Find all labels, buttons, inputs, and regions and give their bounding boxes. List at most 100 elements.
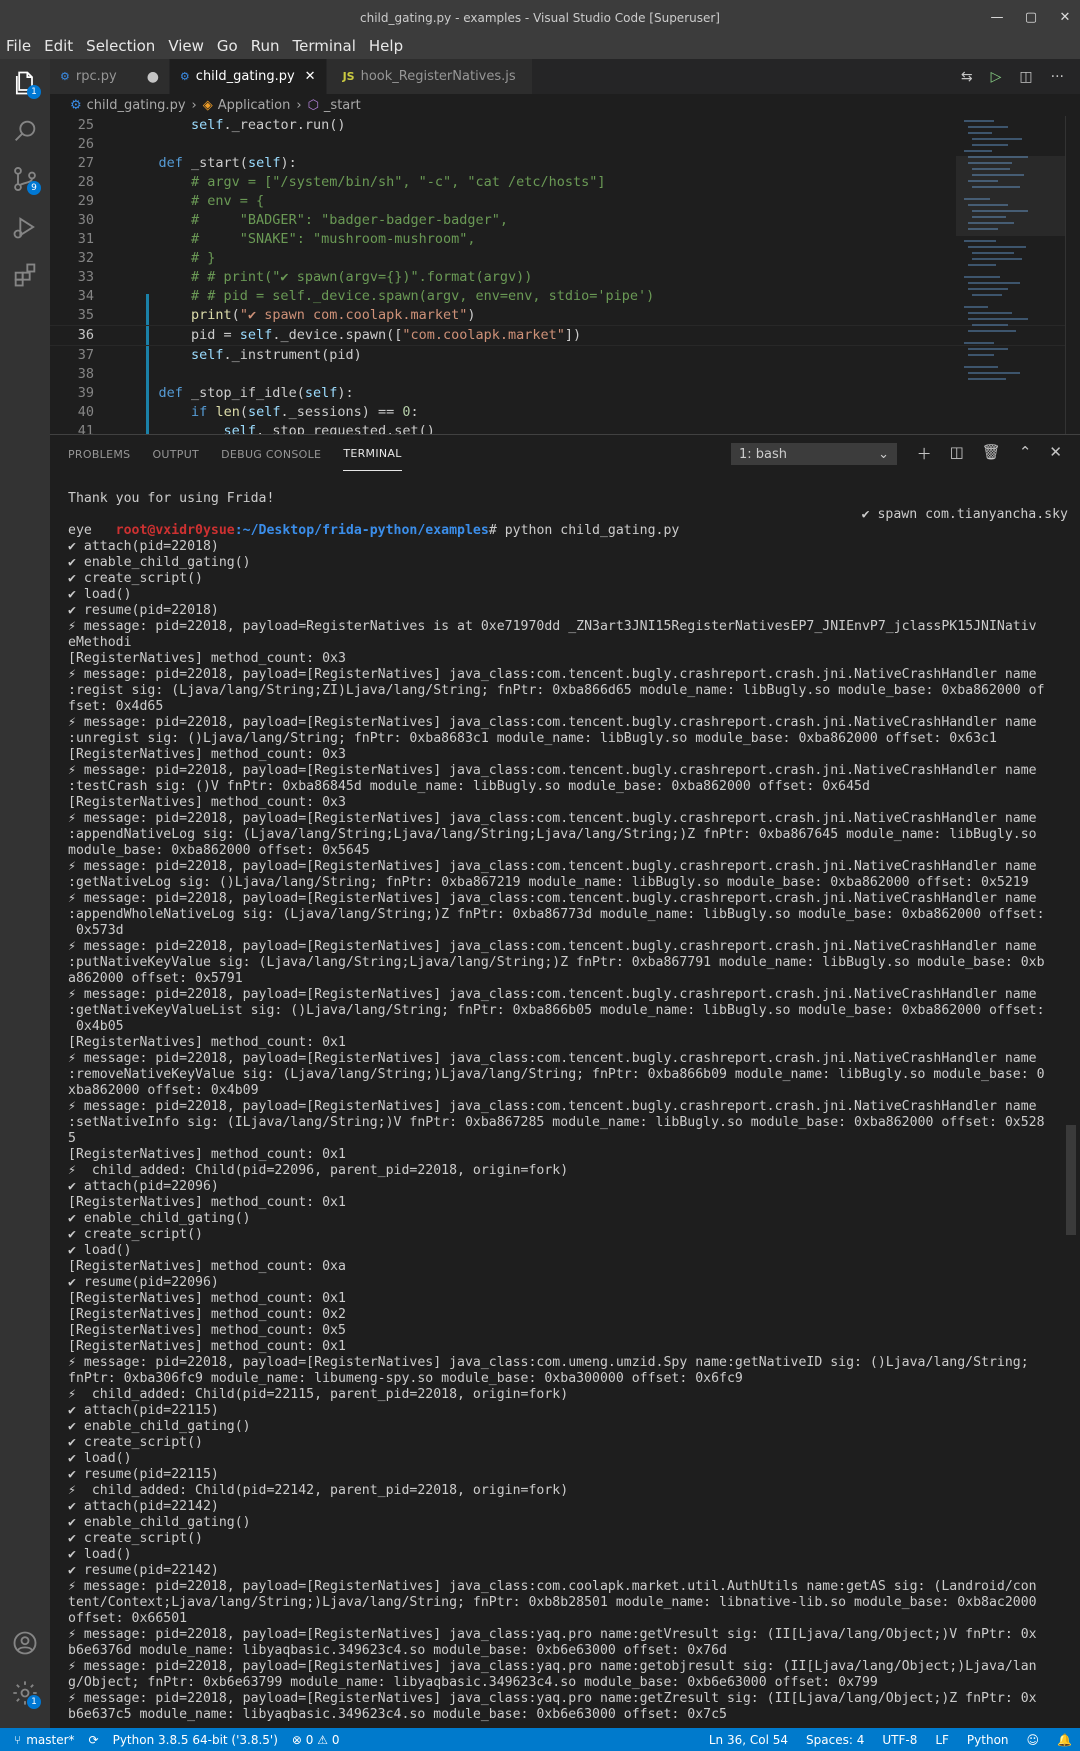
breadcrumb-file[interactable]: child_gating.py [87, 98, 186, 113]
feedback-icon[interactable]: ☺ [1027, 1733, 1040, 1747]
code-line[interactable]: 28 # argv = ["/system/bin/sh", "-c", "ca… [50, 173, 1080, 192]
cursor-position[interactable]: Ln 36, Col 54 [709, 1733, 788, 1747]
tab-terminal[interactable]: TERMINAL [343, 437, 402, 471]
python-interpreter[interactable]: Python 3.8.5 64-bit ('3.8.5') [113, 1733, 278, 1747]
close-window-icon[interactable]: ✕ [1056, 8, 1074, 26]
tab-rpc-py[interactable]: ⚙ rpc.py ● [50, 59, 170, 94]
code-line[interactable]: 32 # } [50, 249, 1080, 268]
terminal-line: ⚡ message: pid=22018, payload=[RegisterN… [68, 1051, 1037, 1066]
problems-status[interactable]: ⊗ 0 ⚠ 0 [292, 1733, 340, 1747]
code-line[interactable]: 37 self._instrument(pid) [50, 346, 1080, 365]
menu-edit[interactable]: Edit [44, 37, 73, 55]
menu-go[interactable]: Go [217, 37, 238, 55]
code-line[interactable]: 36 pid = self._device.spawn(["com.coolap… [50, 325, 1080, 346]
line-number: 26 [77, 136, 94, 152]
tab-debug-console[interactable]: DEBUG CONSOLE [221, 438, 321, 471]
menu-bar: File Edit Selection View Go Run Terminal… [0, 33, 1080, 59]
settings-badge: 1 [27, 1695, 41, 1709]
line-number: 38 [77, 366, 94, 382]
close-panel-icon[interactable]: ✕ [1049, 443, 1062, 464]
tab-child-gating-py[interactable]: ⚙ child_gating.py ✕ [169, 59, 327, 94]
line-code: def _stop_if_idle(self): [158, 385, 354, 401]
sync-icon[interactable]: ⟳ [89, 1733, 99, 1747]
compare-changes-icon[interactable]: ⇆ [961, 69, 973, 85]
code-line[interactable]: 25 self._reactor.run() [50, 116, 1080, 135]
source-control-icon[interactable]: 9 [0, 155, 50, 203]
indentation[interactable]: Spaces: 4 [806, 1733, 864, 1747]
terminal-line: ⚡ message: pid=22018, payload=[RegisterN… [68, 1691, 1037, 1706]
terminal-line: g/Object; fnPtr: 0xb6e63799 module_name:… [68, 1675, 878, 1690]
terminal-line: :getNativeLog sig: ()Ljava/lang/String; … [68, 875, 1029, 890]
code-line[interactable]: 31 # "SNAKE": "mushroom-mushroom", [50, 230, 1080, 249]
minimap[interactable] [956, 116, 1066, 434]
code-line[interactable]: 39 def _stop_if_idle(self): [50, 384, 1080, 403]
minimize-icon[interactable]: — [988, 8, 1006, 26]
close-tab-icon[interactable]: ✕ [305, 69, 316, 84]
terminal-select[interactable]: 1: bash ⌄ [731, 443, 897, 465]
terminal-line: offset: 0x66501 [68, 1611, 188, 1626]
explorer-icon[interactable]: 1 [0, 59, 50, 107]
menu-run[interactable]: Run [251, 37, 280, 55]
kill-terminal-icon[interactable]: 🗑 [982, 443, 1001, 464]
unsaved-dot-icon[interactable]: ● [147, 69, 159, 85]
code-line[interactable]: 34 # # pid = self._device.spawn(argv, en… [50, 287, 1080, 306]
terminal-line: :getNativeKeyValueList sig: ()Ljava/lang… [68, 1003, 1045, 1018]
breadcrumb-method[interactable]: _start [324, 98, 361, 113]
account-icon[interactable] [0, 1619, 50, 1667]
terminal-lines: eye ✔ attach(pid=22018) ✔ enable_child_gat… [68, 523, 1068, 1723]
search-icon[interactable] [0, 107, 50, 155]
terminal-line: b6e6376d module_name: libyaqbasic.349623… [68, 1643, 727, 1658]
maximize-panel-icon[interactable]: ⌃ [1019, 443, 1032, 464]
menu-file[interactable]: File [6, 37, 31, 55]
code-line[interactable]: 41 self._stop_requested.set() [50, 422, 1080, 434]
branch-status[interactable]: ⑂ master* [14, 1733, 75, 1747]
menu-view[interactable]: View [168, 37, 204, 55]
terminal-line: module_base: 0xba862000 offset: 0x5645 [68, 843, 370, 858]
chevron-down-icon: ⌄ [878, 446, 889, 462]
line-number: 39 [77, 385, 94, 401]
eol[interactable]: LF [935, 1733, 949, 1747]
notifications-bell-icon[interactable]: 🔔 [1057, 1733, 1072, 1747]
tab-output[interactable]: OUTPUT [152, 438, 199, 471]
terminal-scrollbar[interactable] [1066, 1125, 1076, 1235]
code-line[interactable]: 38 [50, 365, 1080, 384]
split-editor-icon[interactable]: ◫ [1019, 69, 1032, 85]
code-lines: 25 self._reactor.run() 26 27 def _start(se… [50, 116, 1080, 434]
terminal-line: ✔ create_script() [68, 571, 203, 586]
terminal-line: ✔ create_script() [68, 1435, 203, 1450]
code-line[interactable]: 40 if len(self._sessions) == 0: [50, 403, 1080, 422]
run-file-icon[interactable]: ▷ [991, 69, 1002, 85]
menu-selection[interactable]: Selection [86, 37, 155, 55]
terminal-line: [RegisterNatives] method_count: 0xa [68, 1259, 346, 1274]
code-line[interactable]: 26 [50, 135, 1080, 154]
code-editor[interactable]: 25 self._reactor.run() 26 27 def _start(se… [50, 116, 1080, 434]
breadcrumb-class[interactable]: Application [218, 98, 291, 113]
code-line[interactable]: 35 print("✔ spawn com.coolapk.market") [50, 306, 1080, 325]
run-debug-icon[interactable] [0, 203, 50, 251]
terminal-line: ⚡ message: pid=22018, payload=[RegisterN… [68, 1355, 1029, 1370]
editor-scrollbar[interactable] [1065, 116, 1080, 434]
encoding[interactable]: UTF-8 [882, 1733, 917, 1747]
line-code: def _start(self): [158, 155, 297, 171]
new-terminal-icon[interactable]: ＋ [917, 443, 932, 464]
code-line[interactable]: 33 # # print("✔ spawn(argv={})".format(a… [50, 268, 1080, 287]
tab-problems[interactable]: PROBLEMS [68, 438, 130, 471]
more-actions-icon[interactable]: ··· [1051, 69, 1064, 85]
code-line[interactable]: 27 def _start(self): [50, 154, 1080, 173]
line-number: 27 [77, 155, 94, 171]
split-terminal-icon[interactable]: ◫ [950, 443, 964, 464]
extensions-icon[interactable] [0, 251, 50, 299]
explorer-badge: 1 [27, 85, 41, 99]
terminal-line: :putNativeKeyValue sig: (Ljava/lang/Stri… [68, 955, 1045, 970]
maximize-icon[interactable]: ▢ [1022, 8, 1040, 26]
code-line[interactable]: 30 # "BADGER": "badger-badger-badger", [50, 211, 1080, 230]
menu-terminal[interactable]: Terminal [293, 37, 356, 55]
language-mode[interactable]: Python [967, 1733, 1009, 1747]
terminal-line: fset: 0x4d65 [68, 699, 164, 714]
tab-hook-registernatives-js[interactable]: JS hook_RegisterNatives.js [326, 59, 533, 94]
settings-gear-icon[interactable]: 1 [0, 1669, 50, 1717]
code-line[interactable]: 29 # env = { [50, 192, 1080, 211]
menu-help[interactable]: Help [369, 37, 403, 55]
terminal-line: ⚡ message: pid=22018, payload=[RegisterN… [68, 1627, 1037, 1642]
terminal-output[interactable]: Thank you for using Frida! root@vxidr0ys… [68, 491, 1068, 1726]
